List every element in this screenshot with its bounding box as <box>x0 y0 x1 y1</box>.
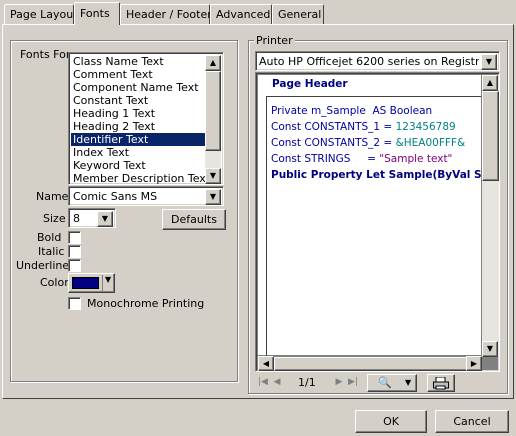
scroll-thumb[interactable] <box>205 71 221 151</box>
code-segment: 123456789 <box>395 121 456 133</box>
list-item[interactable]: Keyword Text <box>71 159 205 172</box>
print-button[interactable] <box>427 374 455 392</box>
chevron-down-icon: ▼ <box>105 275 112 284</box>
ok-button[interactable]: OK <box>355 410 427 433</box>
size-label: Size <box>43 212 66 225</box>
code-line: Const CONSTANTS_1 = 123456789 <box>271 121 456 133</box>
tab-label: Advanced <box>216 8 271 21</box>
code-line: Const CONSTANTS_2 = &HEA00FFF& <box>271 137 465 149</box>
code-segment: "Sample text" <box>379 153 453 165</box>
scroll-down-icon[interactable]: ▼ <box>482 341 498 357</box>
scroll-down-icon[interactable]: ▼ <box>205 168 221 184</box>
preview-vscroll[interactable]: ▲ ▼ <box>482 75 499 357</box>
scroll-up-icon[interactable]: ▲ <box>205 55 221 71</box>
color-label: Color <box>40 276 69 289</box>
scroll-up-icon[interactable]: ▲ <box>482 75 498 91</box>
code-segment: Public Property Let Sample(ByVal Show <box>271 169 481 181</box>
monochrome-label: Monochrome Printing <box>87 297 205 310</box>
list-item[interactable]: Comment Text <box>71 68 205 81</box>
code-segment: &HEA00FFF& <box>395 137 466 149</box>
cancel-label: Cancel <box>453 415 491 428</box>
preview-toolbar: |◀ ◀ 1/1 ▶ ▶| 🔍 ▼ <box>255 374 500 392</box>
font-name-select[interactable]: Comic Sans MS ▼ <box>68 186 224 206</box>
tab-label: Header / Footer <box>126 8 212 21</box>
color-swatch <box>72 277 99 289</box>
print-preview[interactable]: Page Header Private m_Sample AS Boolean C… <box>255 72 500 372</box>
last-page-icon[interactable]: ▶| <box>347 377 359 387</box>
list-item[interactable]: Heading 2 Text <box>71 120 205 133</box>
print-icon <box>433 377 449 390</box>
color-picker[interactable]: ▼ <box>68 273 115 293</box>
color-divider <box>102 275 103 291</box>
code-segment: Const STRINGS = <box>271 153 380 165</box>
prev-page-icon[interactable]: ◀ <box>271 377 283 387</box>
chevron-down-icon[interactable]: ▼ <box>205 189 221 205</box>
cancel-button[interactable]: Cancel <box>435 410 509 433</box>
underline-checkbox[interactable] <box>68 259 81 272</box>
printer-value: Auto HP Officejet 6200 series on Registr… <box>259 55 479 68</box>
underline-label: Underline <box>16 259 70 272</box>
tab-fonts[interactable]: Fonts <box>74 2 120 25</box>
list-item[interactable]: Component Name Text <box>71 81 205 94</box>
list-item[interactable]: Member Description Text <box>71 172 205 184</box>
list-item[interactable]: Class Name Text <box>71 55 205 68</box>
preview-page-header: Page Header <box>272 78 348 90</box>
list-scrollbar[interactable]: ▲ ▼ <box>205 55 221 184</box>
fonts-for-list[interactable]: Class Name Text Comment Text Component Nam… <box>68 52 224 185</box>
list-item[interactable]: Constant Text <box>71 94 205 107</box>
printer-select[interactable]: Auto HP Officejet 6200 series on Registr… <box>255 51 500 71</box>
tab-label: Page Layout <box>10 8 78 21</box>
chevron-down-icon[interactable]: ▼ <box>97 211 113 227</box>
tab-advanced[interactable]: Advanced <box>210 4 272 24</box>
monochrome-checkbox[interactable] <box>68 297 81 310</box>
ok-label: OK <box>383 415 399 428</box>
list-item[interactable]: Heading 1 Text <box>71 107 205 120</box>
italic-label: Italic <box>38 245 65 258</box>
tab-label: Fonts <box>80 7 110 20</box>
code-segment: Const CONSTANTS_1 = <box>271 121 396 133</box>
tab-header-footer[interactable]: Header / Footer <box>120 4 212 24</box>
preview-page: Page Header Private m_Sample AS Boolean C… <box>258 75 481 356</box>
italic-checkbox[interactable] <box>68 245 81 258</box>
code-line: Public Property Let Sample(ByVal Show <box>271 169 481 181</box>
font-size-value: 8 <box>73 212 80 225</box>
scroll-thumb[interactable] <box>482 91 499 181</box>
bold-label: Bold <box>37 231 62 244</box>
code-line: Const STRINGS = "Sample text" <box>271 153 452 165</box>
fonts-for-label: Fonts For <box>20 48 71 61</box>
scroll-left-icon[interactable]: ◀ <box>258 356 274 371</box>
code-line: Private m_Sample AS Boolean <box>271 105 432 117</box>
font-name-value: Comic Sans MS <box>73 190 158 203</box>
bold-checkbox[interactable] <box>68 231 81 244</box>
zoom-icon: 🔍 <box>378 376 392 389</box>
defaults-label: Defaults <box>171 213 217 226</box>
fonts-for-list-items: Class Name Text Comment Text Component Nam… <box>71 55 205 184</box>
tab-page-layout[interactable]: Page Layout <box>4 4 78 24</box>
next-page-icon[interactable]: ▶ <box>333 377 345 387</box>
tab-general[interactable]: General <box>272 4 324 24</box>
scroll-thumb[interactable] <box>274 357 469 371</box>
first-page-icon[interactable]: |◀ <box>257 377 269 387</box>
printer-group-title: Printer <box>254 34 295 47</box>
defaults-button[interactable]: Defaults <box>162 209 226 230</box>
zoom-button[interactable]: 🔍 ▼ <box>367 374 417 392</box>
tab-label: General <box>278 8 322 21</box>
list-item[interactable]: Index Text <box>71 146 205 159</box>
code-segment: Const CONSTANTS_2 = <box>271 137 396 149</box>
scroll-right-icon[interactable]: ▶ <box>466 356 482 371</box>
code-segment: Private m_Sample AS Boolean <box>271 105 433 117</box>
list-item[interactable]: Identifier Text <box>71 133 205 146</box>
font-size-select[interactable]: 8 ▼ <box>68 208 116 228</box>
name-label: Name <box>36 190 69 203</box>
chevron-down-icon: ▼ <box>405 378 412 387</box>
preview-code-area: Private m_Sample AS Boolean Const CONSTAN… <box>266 96 481 356</box>
chevron-down-icon[interactable]: ▼ <box>481 54 497 70</box>
preview-hscroll[interactable]: ◀ ▶ <box>258 356 482 371</box>
page-indicator: 1/1 <box>298 376 316 389</box>
